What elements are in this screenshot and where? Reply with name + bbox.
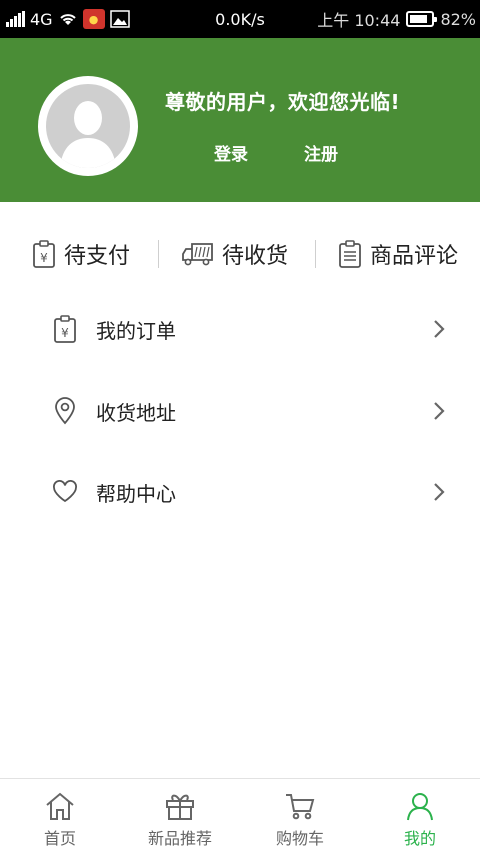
product-review-label: 商品评论 bbox=[370, 244, 459, 269]
product-review-button[interactable]: 商品评论 bbox=[338, 238, 458, 270]
delivery-truck-icon bbox=[182, 243, 213, 266]
pending-payment-label: 待支付 bbox=[64, 244, 131, 269]
cart-icon bbox=[286, 794, 315, 820]
chevron-right-icon bbox=[434, 402, 445, 420]
menu-item-help-center[interactable]: 帮助中心 bbox=[0, 461, 480, 523]
menu-item-label: 我的订单 bbox=[96, 318, 176, 343]
register-button[interactable]: 注册 bbox=[304, 140, 338, 165]
menu-item-label: 帮助中心 bbox=[96, 481, 176, 506]
gift-icon bbox=[166, 794, 194, 820]
order-clipboard-icon: ¥ bbox=[52, 315, 78, 343]
divider bbox=[315, 240, 316, 268]
menu-item-shipping-address[interactable]: 收货地址 bbox=[0, 380, 480, 442]
tab-label: 购物车 bbox=[275, 829, 324, 848]
heart-icon bbox=[52, 479, 78, 505]
pending-receipt-button[interactable]: 待收货 bbox=[182, 238, 288, 270]
tab-new-products[interactable]: 新品推荐 bbox=[120, 779, 240, 854]
menu-item-label: 收货地址 bbox=[96, 400, 176, 425]
chevron-right-icon bbox=[434, 320, 445, 338]
status-bar: 4G ● 0.0K/s 上午 10:44 82% bbox=[0, 0, 480, 38]
pending-receipt-label: 待收货 bbox=[222, 244, 289, 269]
menu-item-my-orders[interactable]: ¥ 我的订单 bbox=[0, 298, 480, 360]
user-icon bbox=[407, 793, 433, 821]
pending-payment-button[interactable]: ¥ 待支付 bbox=[32, 238, 130, 270]
chevron-right-icon bbox=[434, 483, 445, 501]
divider bbox=[158, 240, 159, 268]
bottom-tab-bar: 首页 新品推荐 购物车 我的 bbox=[0, 778, 480, 854]
battery-percent: 82% bbox=[440, 9, 476, 29]
clock: 上午 10:44 bbox=[317, 11, 401, 30]
battery-icon bbox=[406, 11, 438, 27]
welcome-message: 尊敬的用户，欢迎您光临! bbox=[165, 90, 401, 114]
avatar[interactable] bbox=[38, 76, 138, 176]
svg-text:¥: ¥ bbox=[61, 326, 69, 340]
tab-cart[interactable]: 购物车 bbox=[240, 779, 360, 854]
review-clipboard-icon bbox=[339, 240, 361, 268]
payment-clipboard-icon: ¥ bbox=[33, 240, 55, 268]
tab-label: 我的 bbox=[403, 829, 436, 848]
network-speed: 0.0K/s bbox=[215, 9, 265, 29]
login-button[interactable]: 登录 bbox=[214, 140, 248, 165]
location-pin-icon bbox=[52, 397, 78, 425]
avatar-placeholder-icon bbox=[46, 84, 130, 168]
tab-home[interactable]: 首页 bbox=[0, 779, 120, 854]
profile-header: 尊敬的用户，欢迎您光临! 登录 注册 bbox=[0, 38, 480, 202]
tab-mine[interactable]: 我的 bbox=[360, 779, 480, 854]
order-status-row: ¥ 待支付 待收货 商品评论 bbox=[0, 202, 480, 306]
status-right: 上午 10:44 82% bbox=[317, 0, 476, 38]
tab-label: 新品推荐 bbox=[147, 829, 212, 848]
home-icon bbox=[46, 792, 74, 820]
tab-label: 首页 bbox=[43, 829, 76, 848]
svg-text:¥: ¥ bbox=[40, 251, 48, 265]
